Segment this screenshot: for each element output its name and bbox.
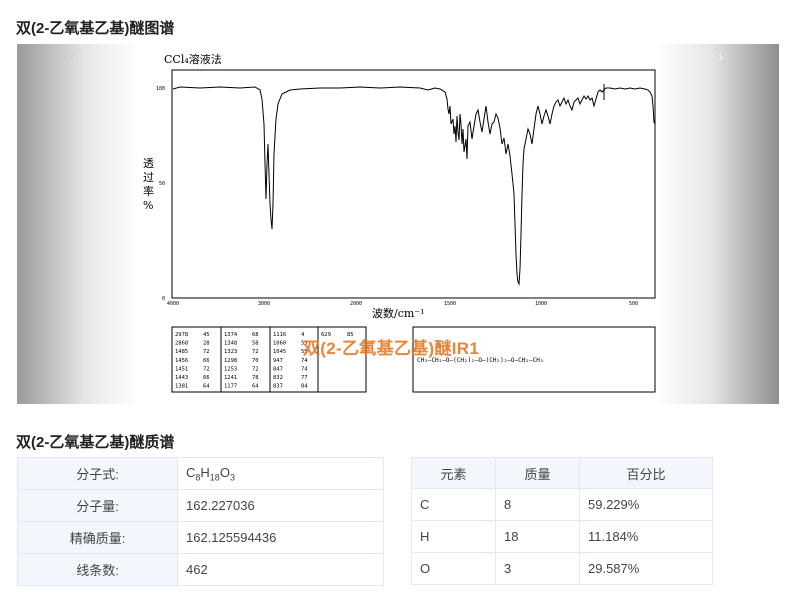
peak-table-cell: 28 <box>203 341 210 347</box>
property-value: 162.125594436 <box>177 521 384 554</box>
property-label: 线条数: <box>17 553 178 586</box>
chevron-left-icon[interactable]: ‹ <box>69 48 75 66</box>
peak-table-cell: 72 <box>252 349 259 355</box>
peak-table-cell: 1443 <box>175 375 188 381</box>
element-percent: 11.184% <box>579 520 713 553</box>
peak-table-cell: 1485 <box>175 349 188 355</box>
peak-table-cell: 1323 <box>224 349 237 355</box>
formula-element: C <box>186 464 196 480</box>
formula-count: 18 <box>209 472 220 483</box>
table-row: 线条数: 462 <box>17 553 384 586</box>
formula-element: H <box>200 464 210 480</box>
peak-table-cell: 77 <box>301 375 308 381</box>
peak-table-cell: 1456 <box>175 358 188 364</box>
property-value: 462 <box>177 553 384 586</box>
peak-table-cell: 832 <box>273 375 283 381</box>
peak-table-cell: 1177 <box>224 384 237 390</box>
table-row: 分子式: C8H18O3 <box>17 457 384 490</box>
spectrum-trace <box>172 86 656 286</box>
peak-table-cell: 1298 <box>224 358 237 364</box>
ir-section-title: 双(2-乙氧基乙基)醚图谱 <box>16 20 175 37</box>
table-row: C 8 59.229% <box>411 488 713 521</box>
y-tick-label: 0 <box>162 296 165 302</box>
column-header: 质量 <box>495 457 580 489</box>
peak-table-cell: 78 <box>252 375 259 381</box>
peak-table-cell: 1253 <box>224 366 237 372</box>
peak-table-cell: 1348 <box>224 341 237 347</box>
table-header-row: 元素 质量 百分比 <box>411 457 713 489</box>
y-axis-label-char: 透 <box>143 157 154 170</box>
spectrum-carousel: ‹ › CCl₄溶液法 100 50 0 透 过 率 % 4000 3000 2… <box>17 44 779 404</box>
element-percent: 29.587% <box>579 552 713 585</box>
ir-spectrum-image: CCl₄溶液法 100 50 0 透 过 率 % 4000 3000 2000 … <box>140 44 660 404</box>
y-axis-label-char: % <box>143 199 153 212</box>
peak-table-cell: 2868 <box>175 341 188 347</box>
property-label: 分子式: <box>17 457 178 490</box>
x-tick-label: 1500 <box>444 301 456 307</box>
table-row: 精确质量: 162.125594436 <box>17 521 384 554</box>
peak-table-cell: 837 <box>273 384 283 390</box>
peak-table-cell: 45 <box>203 332 210 338</box>
peak-table-cell: 947 <box>273 358 283 364</box>
element-symbol: C <box>411 488 496 521</box>
ms-section-title: 双(2-乙氧基乙基)醚质谱 <box>16 434 175 451</box>
peak-table-cell: 84 <box>301 384 308 390</box>
spectrum-watermark: 双(2-乙氧基乙基)醚IR1 <box>303 339 480 358</box>
peak-table-cell: 58 <box>252 341 259 347</box>
peak-table-cell: 70 <box>252 358 259 364</box>
formula-element: O <box>219 464 230 480</box>
x-tick-label: 2000 <box>350 301 362 307</box>
peak-table-cell: 66 <box>203 358 210 364</box>
column-header: 百分比 <box>579 457 713 489</box>
y-tick-label: 100 <box>156 86 165 92</box>
peak-table-cell: 68 <box>252 332 259 338</box>
x-axis-label: 波数/cm⁻¹ <box>372 307 425 320</box>
peak-table-cell: 1374 <box>224 332 238 338</box>
element-count: 18 <box>495 520 580 553</box>
element-count: 3 <box>495 552 580 585</box>
peak-table-cell: 72 <box>252 366 259 372</box>
formula-count: 3 <box>229 472 235 483</box>
molecule-properties-table: 分子式: C8H18O3 分子量: 162.227036 精确质量: 162.1… <box>17 457 384 586</box>
y-axis-label-char: 过 <box>143 171 154 184</box>
x-tick-label: 1000 <box>535 301 547 307</box>
peak-table-cell: 1060 <box>273 341 286 347</box>
x-tick-label: 4000 <box>167 301 179 307</box>
chevron-right-icon[interactable]: › <box>718 48 724 66</box>
peak-table-cell: 72 <box>203 366 210 372</box>
table-row: 分子量: 162.227036 <box>17 489 384 522</box>
property-label: 精确质量: <box>17 521 178 554</box>
peak-table-cell: 847 <box>273 366 283 372</box>
property-value: 162.227036 <box>177 489 384 522</box>
peak-table-cell: 1451 <box>175 366 188 372</box>
element-composition-table: 元素 质量 百分比 C 8 59.229% H 18 11.184% O 3 2… <box>411 457 713 585</box>
plot-frame <box>171 69 656 299</box>
x-tick-label: 3000 <box>258 301 270 307</box>
x-tick-label: 500 <box>629 301 638 307</box>
element-percent: 59.229% <box>579 488 713 521</box>
formula-value: C8H18O3 <box>177 457 384 490</box>
element-symbol: H <box>411 520 496 553</box>
peak-table-cell: 2978 <box>175 332 188 338</box>
peak-table-cell: 1045 <box>273 349 286 355</box>
element-count: 8 <box>495 488 580 521</box>
peak-table-cell: 1116 <box>273 332 286 338</box>
y-tick-label: 50 <box>159 181 165 187</box>
peak-table-cell: 1241 <box>224 375 237 381</box>
column-header: 元素 <box>411 457 496 489</box>
method-label: CCl₄溶液法 <box>164 52 222 66</box>
peak-table-cell: 72 <box>203 349 210 355</box>
peak-table-cell: 1381 <box>175 384 188 390</box>
y-axis-label-char: 率 <box>143 184 154 198</box>
element-symbol: O <box>411 552 496 585</box>
table-row: H 18 11.184% <box>411 520 713 553</box>
peak-table-cell: 64 <box>252 384 259 390</box>
property-label: 分子量: <box>17 489 178 522</box>
table-row: O 3 29.587% <box>411 552 713 585</box>
peak-table-cell: 74 <box>301 366 308 372</box>
peak-table-cell: 66 <box>203 375 210 381</box>
peak-table-cell: 64 <box>203 384 210 390</box>
